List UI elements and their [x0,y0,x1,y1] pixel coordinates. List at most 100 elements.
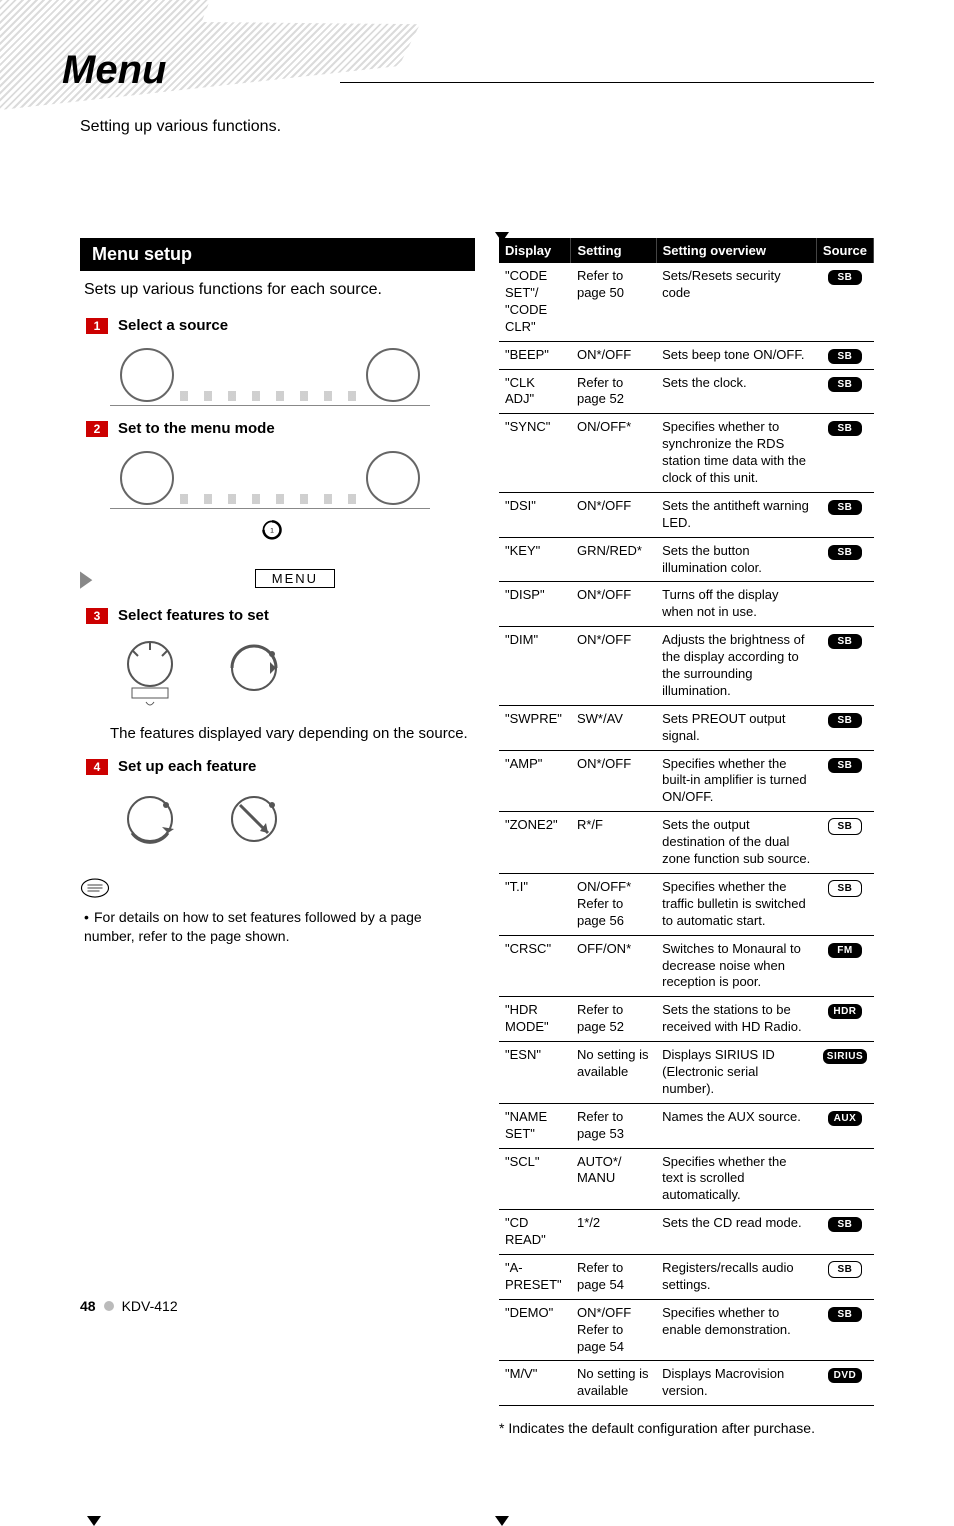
source-badge: SB [828,1307,862,1322]
cell-setting: ON*/OFF [571,492,656,537]
step-4: 4 Set up each feature [86,758,475,775]
cell-overview: Sets beep tone ON/OFF. [656,341,816,369]
source-badge: SB [828,545,862,560]
page-subtitle: Setting up various functions. [80,118,281,136]
source-badge: SB [828,1217,862,1232]
footer-dot-icon [104,1301,114,1311]
cell-overview: Sets the button illumination color. [656,537,816,582]
source-badge: AUX [828,1111,862,1126]
knob-turn-icon [110,783,190,863]
source-badge: SB [828,634,862,649]
table-row: "AMP"ON*/OFFSpecifies whether the built-… [499,750,874,812]
cell-overview: Displays SIRIUS ID (Electronic serial nu… [656,1042,816,1104]
cell-display: "DISP" [499,582,571,627]
cell-display: "A- PRESET" [499,1254,571,1299]
cell-display: "ESN" [499,1042,571,1104]
cell-display: "T.I" [499,873,571,935]
cell-source [816,582,873,627]
page-footer: 48 KDV-412 [80,1298,178,1314]
section-heading: Menu setup [80,238,475,271]
cell-setting: ON*/OFF Refer to page 54 [571,1299,656,1361]
table-row: "CLK ADJ"Refer to page 52Sets the clock.… [499,369,874,414]
cell-source: SB [816,1254,873,1299]
left-column: Menu setup Sets up various functions for… [80,238,475,1436]
cell-setting: ON*/OFF [571,750,656,812]
cell-display: "M/V" [499,1361,571,1406]
cell-setting: Refer to page 50 [571,263,656,341]
step-number: 1 [86,318,108,334]
cell-setting: Refer to page 54 [571,1254,656,1299]
cell-display: "SWPRE" [499,705,571,750]
table-row: "SCL"AUTO*/ MANUSpecifies whether the te… [499,1148,874,1210]
step-label: Set to the menu mode [118,420,275,437]
step-label: Set up each feature [118,758,256,775]
cell-setting: Refer to page 53 [571,1103,656,1148]
table-row: "SWPRE"SW*/AVSets PREOUT output signal.S… [499,705,874,750]
source-badge: SIRIUS [823,1049,867,1064]
cell-source: SB [816,263,873,341]
source-badge: SB [828,880,862,897]
table-row: "CD READ"1*/2Sets the CD read mode.SB [499,1210,874,1255]
cell-setting: ON*/OFF [571,582,656,627]
svg-text:1: 1 [270,527,274,534]
step-label: Select features to set [118,607,269,624]
cell-display: "DIM" [499,627,571,706]
cell-overview: Sets the clock. [656,369,816,414]
source-badge: SB [828,758,862,773]
cell-source: SB [816,1210,873,1255]
cell-source: SB [816,873,873,935]
col-overview: Setting overview [656,238,816,263]
table-row: "M/V"No setting is availableDisplays Mac… [499,1361,874,1406]
cell-display: "DSI" [499,492,571,537]
settings-table: Display Setting Setting overview Source … [499,238,874,1406]
cell-overview: Sets the antitheft warning LED. [656,492,816,537]
cell-display: "ZONE2" [499,812,571,874]
table-row: "ESN"No setting is availableDisplays SIR… [499,1042,874,1104]
cell-overview: Turns off the display when not in use. [656,582,816,627]
cell-setting: ON*/OFF [571,627,656,706]
cell-overview: Sets/Resets security code [656,263,816,341]
cell-display: "SCL" [499,1148,571,1210]
cell-display: "CRSC" [499,935,571,997]
table-row: "ZONE2"R*/FSets the output destination o… [499,812,874,874]
step-3: 3 Select features to set [86,607,475,624]
cell-display: "CD READ" [499,1210,571,1255]
cell-overview: Displays Macrovision version. [656,1361,816,1406]
source-badge: HDR [828,1004,862,1019]
col-setting: Setting [571,238,656,263]
table-header-row: Display Setting Setting overview Source [499,238,874,263]
settings-table-wrap: Display Setting Setting overview Source … [499,238,874,1436]
step-number: 2 [86,421,108,437]
cell-overview: Registers/recalls audio settings. [656,1254,816,1299]
cell-source: SB [816,492,873,537]
table-footnote: * Indicates the default configuration af… [499,1420,874,1436]
cell-overview: Specifies whether the traffic bulletin i… [656,873,816,935]
table-row: "A- PRESET"Refer to page 54Registers/rec… [499,1254,874,1299]
cell-display: "DEMO" [499,1299,571,1361]
table-row: "CRSC"OFF/ON*Switches to Monaural to dec… [499,935,874,997]
note-icon [80,877,475,904]
cell-source: HDR [816,997,873,1042]
source-badge: SB [828,713,862,728]
cell-overview: Adjusts the brightness of the display ac… [656,627,816,706]
step-1: 1 Select a source [86,317,475,334]
cell-overview: Names the AUX source. [656,1103,816,1148]
cell-overview: Switches to Monaural to decrease noise w… [656,935,816,997]
cell-source: SB [816,705,873,750]
note-text: •For details on how to set features foll… [84,908,475,946]
arrow-right-icon: ▶ [80,565,92,593]
radio-faceplate-illustration [110,342,430,406]
cell-display: "BEEP" [499,341,571,369]
source-badge: SB [828,349,862,364]
cell-display: "NAME SET" [499,1103,571,1148]
cell-overview: Specifies whether the text is scrolled a… [656,1148,816,1210]
model-name: KDV-412 [122,1298,178,1314]
source-badge: SB [828,421,862,436]
radio-faceplate-illustration [110,445,430,509]
step-label: Select a source [118,317,228,334]
cell-source: DVD [816,1361,873,1406]
source-badge: SB [828,270,862,285]
cell-overview: Specifies whether to enable demonstratio… [656,1299,816,1361]
table-row: "SYNC"ON/OFF*Specifies whether to synchr… [499,414,874,493]
cell-setting: Refer to page 52 [571,997,656,1042]
